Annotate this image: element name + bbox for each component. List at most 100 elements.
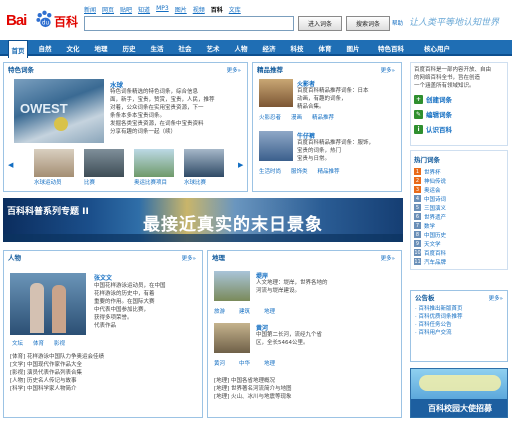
product-link[interactable]: 图片 xyxy=(175,5,187,14)
nav-culture[interactable]: 文化 xyxy=(62,40,84,56)
geo-photo[interactable] xyxy=(214,271,250,301)
geo-photo[interactable] xyxy=(214,323,250,353)
notice-panel: 公告板 更多» · 百科推出新版首页 · 百科优质词条推荐 · 百科任务公告 ·… xyxy=(410,290,508,362)
text-line: 分享有趣的词条一起（续） xyxy=(110,129,177,135)
notice-item[interactable]: · 百科优质词条推荐 xyxy=(415,313,503,321)
rank-item[interactable]: 8 中国历史 xyxy=(414,230,504,239)
geo-more-link[interactable]: 更多» xyxy=(381,254,395,262)
list-item[interactable]: [文学] 中国现代作家作品大全 xyxy=(10,361,198,369)
about-baike-link[interactable]: i 认识百科 xyxy=(414,124,504,134)
nav-people[interactable]: 人物 xyxy=(230,40,252,56)
search-input[interactable] xyxy=(84,16,294,31)
nav-society[interactable]: 社会 xyxy=(174,40,196,56)
rank-item[interactable]: 6 世界遗产 xyxy=(414,212,504,221)
nav-economy[interactable]: 经济 xyxy=(258,40,280,56)
baidu-baike-logo[interactable]: Bai du 百科 xyxy=(6,8,80,34)
product-link[interactable]: 视频 xyxy=(193,5,205,14)
product-link[interactable]: 网页 xyxy=(102,5,114,14)
thumb-caption[interactable]: 奥运比赛项目 xyxy=(134,179,182,187)
tag-link[interactable]: 服饰类 xyxy=(291,167,308,175)
nav-special[interactable]: 特色百科 xyxy=(370,40,412,56)
rank-item[interactable]: 3 奥运会 xyxy=(414,185,504,194)
tag-link[interactable]: 建筑 xyxy=(239,307,250,315)
nav-art[interactable]: 艺术 xyxy=(202,40,224,56)
list-item[interactable]: [体育] 花样游泳中国队力争奥运会佳绩 xyxy=(10,353,198,361)
product-link[interactable]: 知道 xyxy=(138,5,150,14)
rank-item[interactable]: 10 百度百科 xyxy=(414,248,504,257)
tag-link[interactable]: 精品推荐 xyxy=(312,113,334,121)
edit-entry-link[interactable]: ✎ 编辑词条 xyxy=(414,109,504,119)
people-more-link[interactable]: 更多» xyxy=(182,254,196,262)
thumb-caption[interactable]: 比赛 xyxy=(84,179,128,187)
nav-home[interactable]: 首页 xyxy=(8,40,28,58)
enter-entry-button[interactable]: 进入词条 xyxy=(298,16,342,31)
notice-more-link[interactable]: 更多» xyxy=(489,294,503,302)
product-link[interactable]: 文库 xyxy=(229,5,241,14)
tag-link[interactable]: 火影忍者 xyxy=(259,113,281,121)
nav-history[interactable]: 历史 xyxy=(118,40,140,56)
notice-item[interactable]: · 百科任务公告 xyxy=(415,321,503,329)
create-entry-link[interactable]: + 创建词条 xyxy=(414,94,504,104)
nav-tech[interactable]: 科技 xyxy=(286,40,308,56)
thumb-photo[interactable] xyxy=(184,149,224,177)
text-line: 花样游泳的历史中，有着 xyxy=(94,291,155,297)
tag-link[interactable]: 生活时尚 xyxy=(259,167,281,175)
right-panel: 百度百科是一部内容开放、自由 的网络百科全书，旨在创造 一个涵盖所有领域知识。 … xyxy=(410,62,508,270)
nav-pictures[interactable]: 图片 xyxy=(342,40,364,56)
tag-link[interactable]: 旅游 xyxy=(214,307,225,315)
tag-link[interactable]: 中华 xyxy=(239,359,250,367)
people-photo[interactable] xyxy=(10,273,86,335)
caption-link[interactable]: 影视 xyxy=(54,339,65,347)
rank-item[interactable]: 7 数学 xyxy=(414,221,504,230)
product-link[interactable]: MP3 xyxy=(156,5,169,14)
prev-arrow-icon[interactable]: ◀ xyxy=(8,161,13,169)
ambassador-ad[interactable]: 百科校园大使招募 xyxy=(410,368,508,418)
recommend-more-link[interactable]: 更多» xyxy=(381,66,395,74)
rank-item[interactable]: 9 天文学 xyxy=(414,239,504,248)
list-item[interactable]: [人物] 历史名人传记与故事 xyxy=(10,377,198,385)
rank-item[interactable]: 2 神仙传说 xyxy=(414,176,504,185)
list-item[interactable]: [科学] 中国科学家人物简介 xyxy=(10,385,198,393)
geo-title: 地理 xyxy=(212,254,225,262)
search-entry-button[interactable]: 搜索词条 xyxy=(346,16,390,31)
next-arrow-icon[interactable]: ▶ xyxy=(238,161,243,169)
thumb-photo[interactable] xyxy=(84,149,124,177)
nav-nature[interactable]: 自然 xyxy=(34,40,56,56)
promo-banner[interactable]: 百科科普系列专题 II 最接近真实的末日景象 xyxy=(3,198,403,242)
rank-item[interactable]: 11 汽车品牌 xyxy=(414,257,504,266)
caption-link[interactable]: 体育 xyxy=(33,339,44,347)
featured-main-photo[interactable]: OWEST xyxy=(14,79,104,143)
recommend-photo[interactable] xyxy=(259,131,293,161)
people-title: 人物 xyxy=(8,254,21,262)
tag-link[interactable]: 漫画 xyxy=(291,113,302,121)
caption-link[interactable]: 文坛 xyxy=(12,339,23,347)
nav-geography[interactable]: 地理 xyxy=(90,40,112,56)
notice-item[interactable]: · 百科用户交流 xyxy=(415,329,503,337)
nav-sports[interactable]: 体育 xyxy=(314,40,336,56)
list-item[interactable]: [地理] 世界著名河流简介与地图 xyxy=(214,385,398,393)
rank-item[interactable]: 4 中国诗词 xyxy=(414,194,504,203)
tag-link[interactable]: 精品推荐 xyxy=(318,167,340,175)
rank-item[interactable]: 1 世界杯 xyxy=(414,167,504,176)
list-item[interactable]: [地理] 中国各省地理概况 xyxy=(214,377,398,385)
intro-line: 的网络百科全书，旨在创造 xyxy=(414,75,481,81)
recommend-photo[interactable] xyxy=(259,79,293,107)
thumb-photo[interactable] xyxy=(34,149,74,177)
list-item[interactable]: [影视] 演员代表作品列表合集 xyxy=(10,369,198,377)
product-link[interactable]: 新闻 xyxy=(84,5,96,14)
people-name[interactable]: 张文文 xyxy=(94,273,112,282)
nav-life[interactable]: 生活 xyxy=(146,40,168,56)
thumb-caption[interactable]: 水球运动员 xyxy=(34,179,78,187)
rank-item[interactable]: 5 三国演义 xyxy=(414,203,504,212)
featured-more-link[interactable]: 更多» xyxy=(227,66,241,74)
tag-link[interactable]: 地理 xyxy=(264,359,275,367)
product-link[interactable]: 贴吧 xyxy=(120,5,132,14)
list-item[interactable]: [地理] 火山、冰川与地震等现象 xyxy=(214,393,398,401)
ad-graphic xyxy=(419,375,501,391)
thumb-photo[interactable] xyxy=(134,149,174,177)
thumb-caption[interactable]: 水球比赛 xyxy=(184,179,228,187)
nav-core-users[interactable]: 核心用户 xyxy=(418,40,456,56)
tag-link[interactable]: 地理 xyxy=(264,307,275,315)
notice-item[interactable]: · 百科推出新版首页 xyxy=(415,305,503,313)
tag-link[interactable]: 黄河 xyxy=(214,359,225,367)
